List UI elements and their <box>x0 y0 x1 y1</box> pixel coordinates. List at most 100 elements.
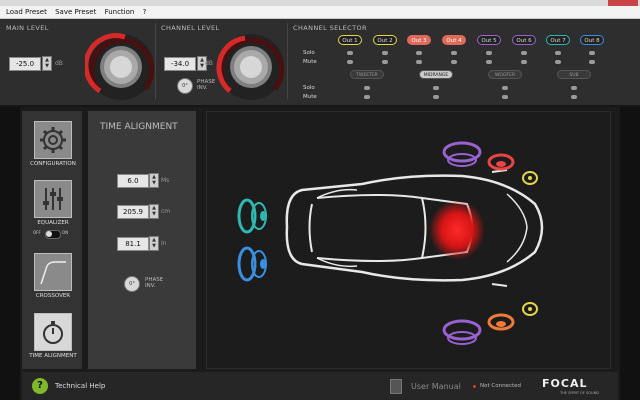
speaker-out6-icon[interactable] <box>442 319 482 345</box>
delay-cm-stepper[interactable]: ▲ ▼ <box>149 204 159 219</box>
delay-ms-stepper[interactable]: ▲ ▼ <box>149 173 159 188</box>
delay-ms-input[interactable]: 6.0 <box>117 174 149 188</box>
output-out7-button[interactable]: Out 7 <box>546 35 570 45</box>
focal-tagline: THE SPIRIT OF SOUND <box>560 391 599 395</box>
connection-status-dot <box>473 385 476 388</box>
channel-toggle-dot[interactable] <box>555 51 561 55</box>
time-alignment-panel: TIME ALIGNMENT 6.0 ▲ ▼ Ms 205.9 ▲ ▼ cm 81.… <box>88 111 196 369</box>
pdf-icon <box>390 379 402 394</box>
channel-toggle-dot[interactable] <box>451 51 457 55</box>
speaker-out2-icon[interactable] <box>522 302 538 316</box>
main-level-knob[interactable] <box>85 31 157 103</box>
band-toggle-dot[interactable] <box>502 95 508 99</box>
channel-toggle-dot[interactable] <box>486 51 492 55</box>
channel-level-title: CHANNEL LEVEL <box>161 24 220 32</box>
speaker-out4-icon[interactable] <box>487 313 515 331</box>
menu-load-preset[interactable]: Load Preset <box>6 6 47 18</box>
band-toggle-dot[interactable] <box>433 86 439 90</box>
sliders-icon <box>43 188 63 210</box>
right-edge <box>620 105 640 400</box>
eq-toggle-thumb <box>46 231 52 237</box>
time-phase-button[interactable]: 0° <box>124 276 140 292</box>
eq-toggle-off-label: OFF <box>33 230 41 235</box>
channel-toggle-dot[interactable] <box>382 60 388 64</box>
band-midrange-button[interactable]: MIDRANGE <box>419 70 453 79</box>
menu-bar: Load Preset Save Preset Function ? <box>0 6 640 19</box>
menu-save-preset[interactable]: Save Preset <box>55 6 96 18</box>
channel-toggle-dot[interactable] <box>486 60 492 64</box>
speaker-out7-icon[interactable] <box>237 198 267 234</box>
nav-time-alignment-button[interactable] <box>34 313 72 351</box>
channel-toggle-dot[interactable] <box>589 60 595 64</box>
channel-toggle-dot[interactable] <box>589 51 595 55</box>
speaker-out1-icon[interactable] <box>522 171 538 185</box>
technical-help-link[interactable]: Technical Help <box>55 382 105 390</box>
nav-crossover-label: CROSSOVER <box>35 293 71 299</box>
nav-configuration-button[interactable] <box>34 121 72 159</box>
main-level-unit: dB <box>55 60 63 67</box>
channel-toggle-dot[interactable] <box>347 51 353 55</box>
channel-level-knob[interactable] <box>215 31 287 103</box>
channel-toggle-dot[interactable] <box>555 60 561 64</box>
speaker-out5-icon[interactable] <box>442 141 482 167</box>
main-level-title: MAIN LEVEL <box>6 24 49 32</box>
channel-toggle-dot[interactable] <box>347 60 353 64</box>
band-tweeter-button[interactable]: TWEETER <box>350 70 384 79</box>
main-level-input[interactable]: -25.0 <box>9 57 41 71</box>
output-out8-button[interactable]: Out 8 <box>580 35 604 45</box>
channel-toggle-dot[interactable] <box>416 60 422 64</box>
band-sub-button[interactable]: SUB <box>557 70 591 79</box>
band-toggle-dot[interactable] <box>571 95 577 99</box>
navigation-sidebar: CONFIGURATION EQUALIZER OFF ON CROSSOVER… <box>22 111 82 369</box>
channel-selector-title: CHANNEL SELECTOR <box>293 24 367 32</box>
eq-toggle-on-label: ON <box>62 230 69 235</box>
delay-in-input[interactable]: 81.1 <box>117 237 149 251</box>
main-level-stepper[interactable]: ▲ ▼ <box>42 56 52 71</box>
channel-level-input[interactable]: -34.0 <box>164 57 196 71</box>
delay-in-stepper[interactable]: ▲ ▼ <box>149 236 159 251</box>
channel-toggle-dot[interactable] <box>416 51 422 55</box>
delay-ms-unit: Ms <box>161 177 170 184</box>
output-out4-button[interactable]: Out 4 <box>442 35 466 45</box>
focal-brand-text: FOCAL <box>542 377 588 390</box>
speaker-out8-icon[interactable] <box>237 246 267 282</box>
output-out1-button[interactable]: Out 1 <box>338 35 362 45</box>
divider <box>155 23 156 99</box>
band-toggle-dot[interactable] <box>433 95 439 99</box>
band-woofer-button[interactable]: WOOFER <box>488 70 522 79</box>
delay-in-unit: In <box>161 240 167 247</box>
delay-cm-unit: cm <box>161 208 171 215</box>
equalizer-toggle[interactable]: OFF ON <box>33 229 70 239</box>
band-toggle-dot[interactable] <box>571 86 577 90</box>
band-toggle-dot[interactable] <box>502 86 508 90</box>
channel-toggle-dot[interactable] <box>451 60 457 64</box>
help-icon[interactable]: ? <box>32 378 48 394</box>
speaker-out3-icon[interactable] <box>487 153 515 171</box>
band-toggle-dot[interactable] <box>364 86 370 90</box>
nav-equalizer-button[interactable] <box>34 180 72 218</box>
user-manual-link[interactable]: User Manual <box>411 382 461 391</box>
nav-crossover-button[interactable] <box>34 253 72 291</box>
band-solo-label: Solo <box>303 85 315 91</box>
gear-icon <box>40 127 66 153</box>
output-out2-button[interactable]: Out 2 <box>373 35 397 45</box>
channel-toggle-dot[interactable] <box>521 60 527 64</box>
menu-function[interactable]: Function <box>105 6 135 18</box>
channel-toggle-dot[interactable] <box>521 51 527 55</box>
channel-level-unit: dB <box>205 60 213 67</box>
car-diagram <box>237 141 544 345</box>
divider <box>287 23 288 99</box>
band-toggle-dot[interactable] <box>364 95 370 99</box>
active-channel-glow <box>429 200 485 260</box>
footer-bar: ? Technical Help User Manual Not Connect… <box>22 372 618 400</box>
output-out6-button[interactable]: Out 6 <box>512 35 536 45</box>
output-out3-button[interactable]: Out 3 <box>407 35 431 45</box>
channel-phase-button[interactable]: 0° <box>177 78 193 94</box>
output-out5-button[interactable]: Out 5 <box>477 35 501 45</box>
menu-help[interactable]: ? <box>143 6 147 18</box>
channel-toggle-dot[interactable] <box>382 51 388 55</box>
band-mute-label: Mute <box>303 94 317 100</box>
delay-cm-input[interactable]: 205.9 <box>117 205 149 219</box>
time-phase-label: PHASE INV. <box>145 277 164 289</box>
connection-status-text: Not Connected <box>480 383 522 389</box>
